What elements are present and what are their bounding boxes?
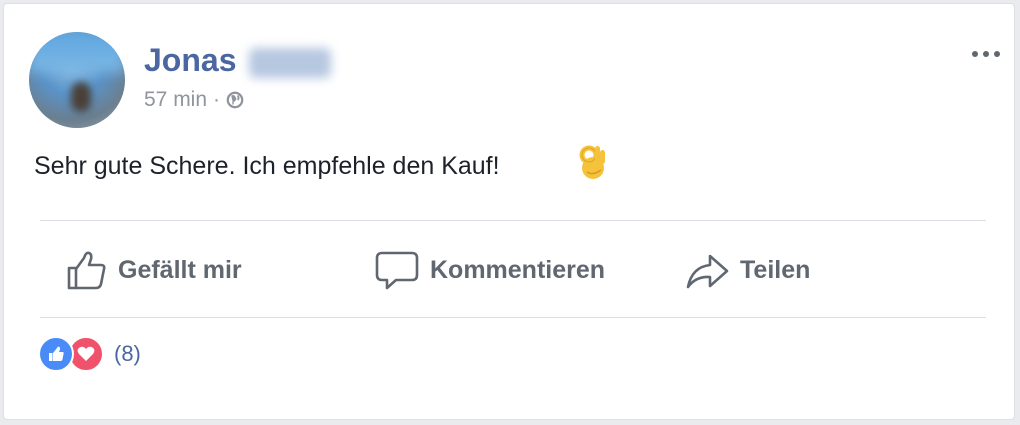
reactions-summary[interactable]: (8)	[38, 336, 141, 372]
like-reaction-icon	[38, 336, 74, 372]
divider	[40, 220, 986, 221]
thumbs-up-icon	[67, 251, 106, 290]
dot-icon	[983, 51, 989, 57]
avatar[interactable]	[29, 32, 125, 128]
reaction-count[interactable]: (8)	[114, 341, 141, 367]
like-button[interactable]: Gefällt mir	[64, 247, 242, 293]
more-options-button[interactable]	[966, 44, 1006, 64]
post-timestamp[interactable]: 57 min	[144, 88, 207, 112]
author-surname-blurred	[249, 48, 331, 78]
comment-label: Kommentieren	[430, 255, 606, 284]
divider	[40, 317, 986, 318]
post-card: Jonas 57 min · Sehr gute Schere. Ich emp…	[3, 3, 1015, 420]
ok-hand-emoji	[579, 145, 605, 179]
comment-bubble-icon	[375, 251, 419, 290]
action-bar: Gefällt mir Kommentieren Teilen	[4, 225, 1016, 321]
author-name[interactable]: Jonas	[144, 42, 236, 79]
post-text: Sehr gute Schere. Ich empfehle den Kauf!	[34, 152, 500, 180]
meta-separator: ·	[213, 88, 221, 111]
globe-icon[interactable]	[226, 91, 244, 109]
like-label: Gefällt mir	[118, 255, 242, 284]
dot-icon	[994, 51, 1000, 57]
share-label: Teilen	[740, 255, 811, 284]
post-meta: 57 min ·	[144, 88, 244, 112]
dot-icon	[972, 51, 978, 57]
share-button[interactable]: Teilen	[684, 247, 810, 293]
comment-button[interactable]: Kommentieren	[374, 247, 605, 293]
share-arrow-icon	[686, 254, 729, 289]
